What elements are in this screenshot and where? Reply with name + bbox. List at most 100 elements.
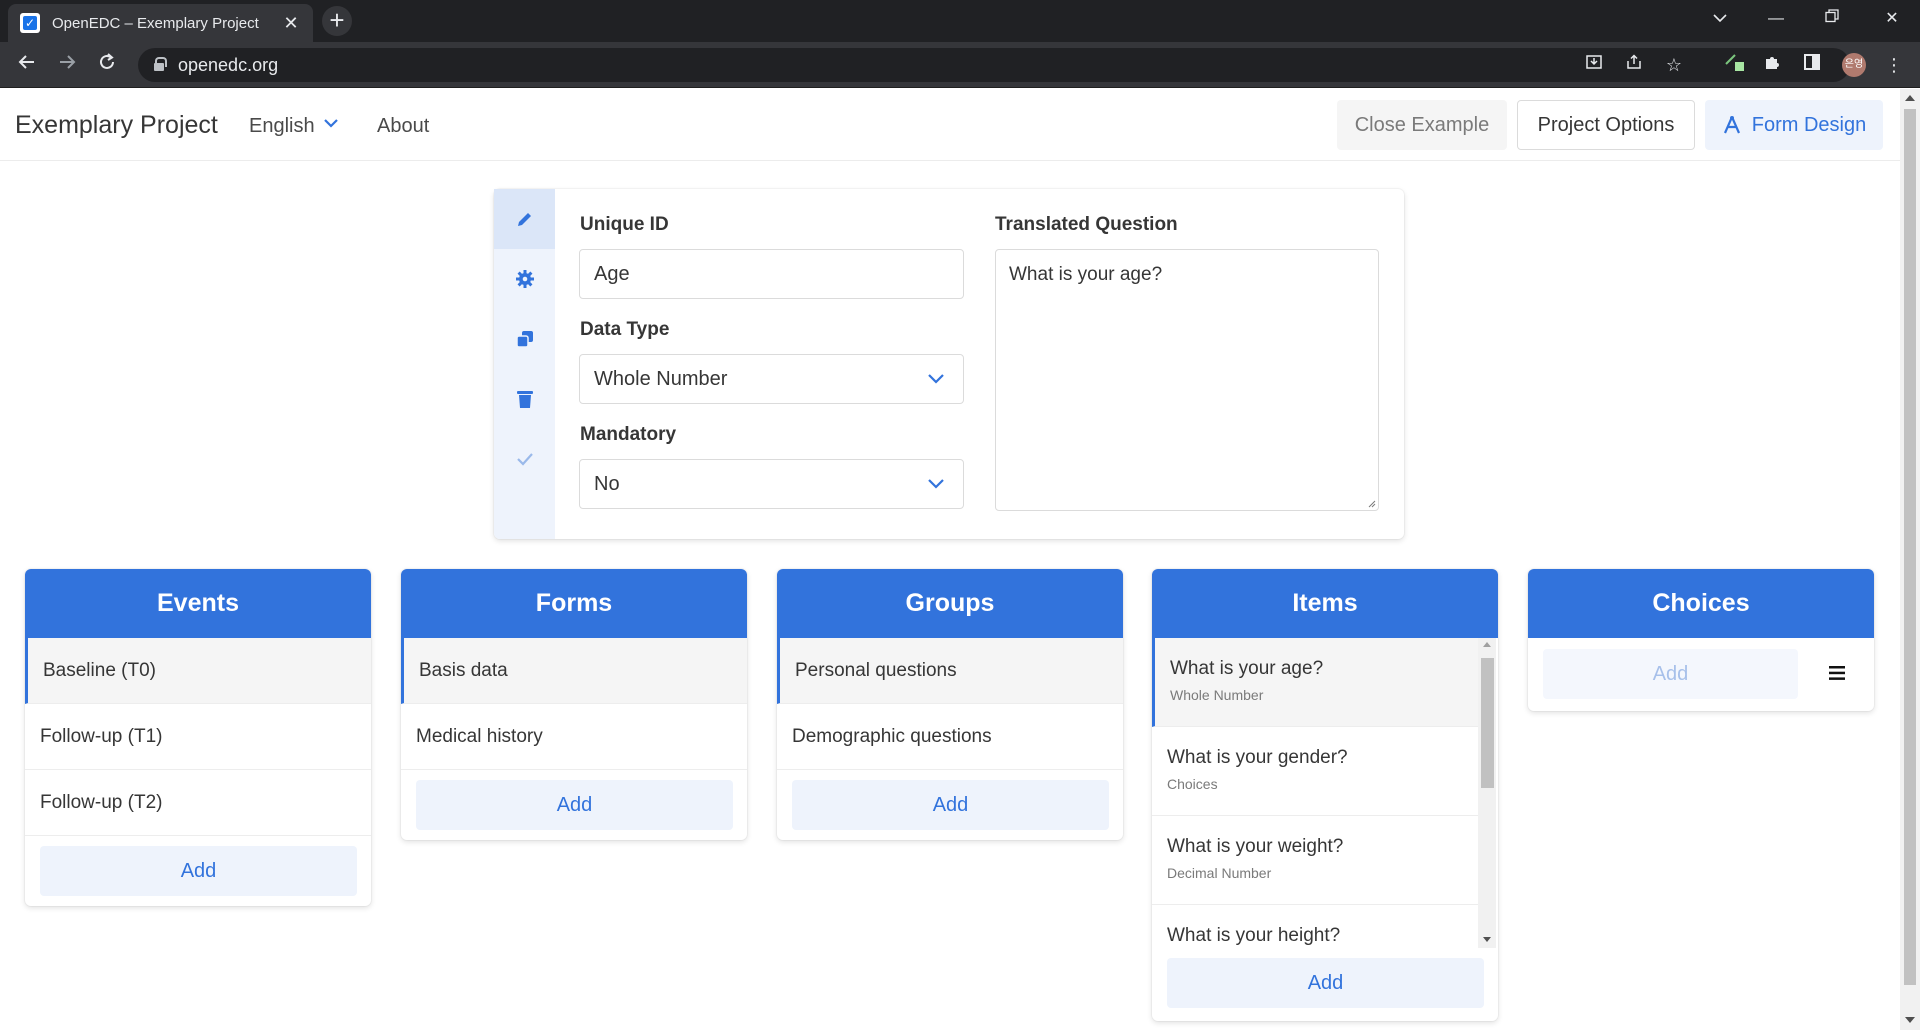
form-design-label: Form Design [1751,114,1867,136]
tab-title: OpenEDC – Exemplary Project [52,14,259,32]
new-tab-button[interactable]: + [322,6,352,36]
chevron-down-icon [928,479,944,489]
scroll-up-icon[interactable] [1483,642,1491,647]
item-type: Decimal Number [1167,865,1272,881]
install-icon[interactable] [1580,50,1608,80]
tab-search-chevron-icon[interactable] [1692,0,1748,40]
list-item[interactable]: Basis data [401,638,747,704]
duplicate-button[interactable] [494,309,555,369]
forward-arrow-icon[interactable] [52,50,82,80]
add-group-button[interactable]: Add [792,780,1109,830]
editor-sidebar [494,189,555,539]
item-type: Whole Number [1170,687,1264,703]
items-scroll-thumb[interactable] [1481,658,1494,788]
list-item[interactable]: Medical history [401,704,747,770]
groups-header: Groups [777,569,1123,638]
item-question: What is your height? [1167,925,1341,946]
data-type-label: Data Type [580,319,670,340]
list-item[interactable]: What is your age? Whole Number [1152,638,1480,727]
browser-toolbar: openedc.org ☆ 은영 ⋮ [0,42,1920,88]
data-type-value: Whole Number [594,368,728,390]
list-item[interactable]: Demographic questions [777,704,1123,770]
item-question: What is your age? [1170,658,1324,679]
item-question: What is your weight? [1167,836,1344,857]
translated-question-value: What is your age? [1009,264,1163,285]
list-item[interactable]: What is your height? [1152,905,1480,948]
list-item[interactable]: What is your gender? Choices [1152,727,1480,816]
forms-header: Forms [401,569,747,638]
copy-icon [515,331,533,348]
browser-tab[interactable]: ✓ OpenEDC – Exemplary Project ✕ [8,4,313,42]
browser-menu-icon[interactable]: ⋮ [1880,50,1908,80]
form-design-button[interactable]: Form Design [1705,100,1883,150]
address-bar[interactable]: openedc.org ☆ [138,48,1850,82]
mandatory-select[interactable]: No [579,459,964,509]
forms-panel: Forms Basis data Medical history Add [401,569,747,840]
page-scroll-thumb[interactable] [1904,109,1916,985]
choices-panel: Choices Add [1528,569,1874,711]
scroll-down-icon[interactable] [1905,1017,1915,1023]
lock-icon [154,57,167,71]
check-icon [516,453,533,466]
bookmark-star-icon[interactable]: ☆ [1660,50,1688,80]
item-editor-card: Unique ID Age Data Type Whole Number Man… [494,189,1404,539]
list-item[interactable]: What is your weight? Decimal Number [1152,816,1480,905]
tab-favicon-icon: ✓ [20,13,40,33]
resize-handle-icon[interactable] [1366,498,1376,508]
events-panel: Events Baseline (T0) Follow-up (T1) Foll… [25,569,371,906]
extension-green-icon[interactable] [1720,50,1748,80]
restore-button[interactable] [1804,0,1860,40]
translated-question-label: Translated Question [995,214,1178,235]
settings-button[interactable] [494,249,555,309]
translated-question-textarea[interactable]: What is your age? [995,249,1379,511]
choices-toolbar: Add [1528,638,1874,711]
extensions-puzzle-icon[interactable] [1758,50,1786,80]
pencil-icon [517,213,531,226]
language-dropdown[interactable]: English [249,115,315,138]
items-list[interactable]: What is your age? Whole Number What is y… [1152,638,1480,948]
about-link[interactable]: About [377,115,429,138]
scroll-up-icon[interactable] [1905,95,1915,101]
data-type-select[interactable]: Whole Number [579,354,964,404]
tab-close-icon[interactable]: ✕ [281,13,301,34]
add-form-button[interactable]: Add [416,780,733,830]
side-panel-icon[interactable] [1798,50,1826,80]
events-header: Events [25,569,371,638]
hamburger-menu-icon[interactable] [1828,665,1846,681]
list-item[interactable]: Follow-up (T2) [25,770,371,836]
url-text: openedc.org [178,55,279,75]
groups-panel: Groups Personal questions Demographic qu… [777,569,1123,840]
minimize-button[interactable]: — [1748,0,1804,40]
profile-avatar[interactable]: 은영 [1842,53,1866,77]
window-close-button[interactable]: ✕ [1864,0,1920,40]
add-choice-button[interactable]: Add [1543,649,1798,699]
trash-icon [516,391,533,408]
items-scrollbar[interactable] [1478,638,1496,948]
mandatory-label: Mandatory [580,424,677,445]
chevron-down-icon[interactable] [323,115,339,131]
share-icon[interactable] [1620,50,1648,80]
project-options-button[interactable]: Project Options [1517,100,1695,150]
add-event-button[interactable]: Add [40,846,357,896]
unique-id-label: Unique ID [580,214,669,235]
browser-tabbar: ✓ OpenEDC – Exemplary Project ✕ + — ✕ [0,0,1920,42]
reload-icon[interactable] [92,50,122,80]
list-item[interactable]: Baseline (T0) [25,638,371,704]
page-content: Exemplary Project English About Close Ex… [0,89,1900,1030]
back-arrow-icon[interactable] [12,50,42,80]
app-navbar: Exemplary Project English About Close Ex… [0,89,1900,161]
delete-button[interactable] [494,369,555,429]
drafting-compass-icon [1723,116,1740,134]
close-example-button[interactable]: Close Example [1337,100,1507,150]
page-scrollbar[interactable] [1900,89,1920,1030]
chevron-down-icon [928,374,944,384]
add-item-button[interactable]: Add [1167,958,1484,1008]
items-header: Items [1152,569,1498,638]
list-item[interactable]: Follow-up (T1) [25,704,371,770]
scroll-down-icon[interactable] [1483,937,1491,942]
edit-button[interactable] [494,189,555,249]
unique-id-input[interactable]: Age [579,249,964,299]
list-item[interactable]: Personal questions [777,638,1123,704]
save-button[interactable] [494,429,555,489]
gear-icon [515,270,534,288]
